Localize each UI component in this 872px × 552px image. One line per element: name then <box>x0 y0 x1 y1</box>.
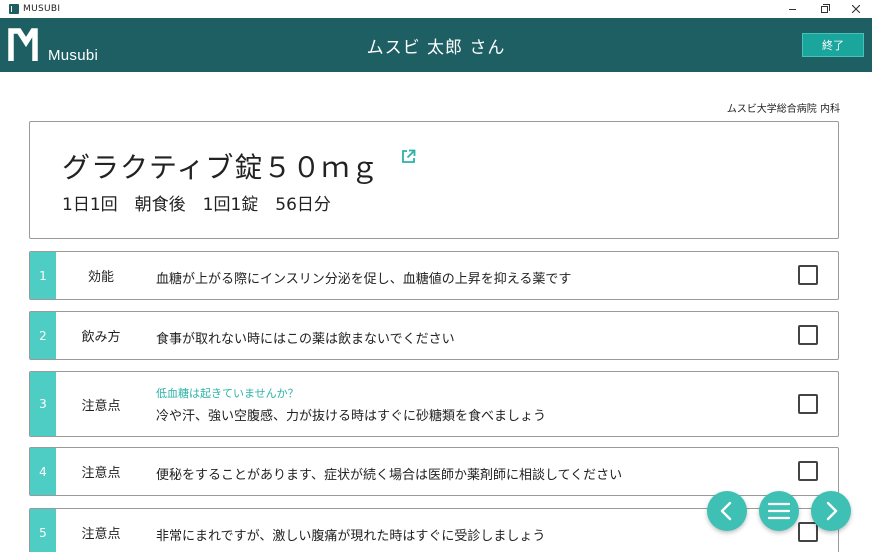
previous-button[interactable] <box>707 491 747 531</box>
item-category: 飲み方 <box>81 330 121 345</box>
window-titlebar: MUSUBI <box>0 0 872 18</box>
item-category: 注意点 <box>81 398 121 414</box>
menu-button[interactable] <box>759 491 799 531</box>
app-header: Musubi ムスビ 太郎 さん 終了 <box>0 18 872 72</box>
item-number: 4 <box>30 448 56 495</box>
list-item: 3 注意点 低血糖は起きていませんか？ 冷や汗、強い空腹感、力が抜ける時はすぐに… <box>29 371 839 437</box>
restore-button[interactable] <box>808 0 840 18</box>
menu-icon <box>768 502 790 520</box>
hospital-name: ムスビ大学総合病院 内科 <box>726 104 840 115</box>
item-checkbox[interactable] <box>798 394 818 414</box>
restore-icon <box>820 3 830 13</box>
close-button[interactable] <box>840 0 872 18</box>
list-item: 1 効能 血糖が上がる際にインスリン分泌を促し、血糖値の上昇を抑える薬です <box>29 251 839 300</box>
item-checkbox[interactable] <box>798 461 818 481</box>
app-icon <box>9 4 19 14</box>
item-checkbox[interactable] <box>798 522 818 542</box>
external-link-icon[interactable] <box>401 149 416 164</box>
window-title: MUSUBI <box>23 4 61 14</box>
item-text: 非常にまれですが、激しい腹痛が現れた時はすぐに受診しましょう <box>156 529 546 544</box>
end-button[interactable]: 終了 <box>802 33 864 57</box>
minimize-button[interactable] <box>776 0 808 18</box>
item-category: 注意点 <box>81 466 121 481</box>
item-number: 3 <box>30 372 56 436</box>
item-text: 冷や汗、強い空腹感、力が抜ける時はすぐに砂糖類を食べましょう <box>156 409 547 424</box>
drug-name: グラクティブ錠５０ｍｇ <box>62 151 380 184</box>
item-checkbox[interactable] <box>798 265 818 285</box>
item-text: 血糖が上がる際にインスリン分泌を促し、血糖値の上昇を抑える薬です <box>156 272 572 287</box>
item-number: 5 <box>30 509 56 552</box>
next-button[interactable] <box>811 491 851 531</box>
list-item: 2 飲み方 食事が取れない時にはこの薬は飲まないでください <box>29 311 839 360</box>
item-checkbox[interactable] <box>798 325 818 345</box>
item-number: 2 <box>30 312 56 359</box>
minimize-icon <box>788 8 796 10</box>
dosage-instructions: 1日1回 朝食後 1回1錠 56日分 <box>62 195 331 215</box>
chevron-right-icon <box>826 501 838 521</box>
item-subheading: 低血糖は起きていませんか？ <box>156 387 299 400</box>
item-number: 1 <box>30 252 56 299</box>
chevron-left-icon <box>720 501 732 521</box>
drug-card: グラクティブ錠５０ｍｇ 1日1回 朝食後 1回1錠 56日分 <box>29 121 839 239</box>
patient-name: ムスビ 太郎 さん <box>366 38 506 58</box>
close-icon <box>852 5 860 13</box>
item-category: 注意点 <box>81 527 121 542</box>
list-item: 4 注意点 便秘をすることがあります、症状が続く場合は医師か薬剤師に相談してくだ… <box>29 447 839 496</box>
item-text: 食事が取れない時にはこの薬は飲まないでください <box>156 332 455 347</box>
item-text: 便秘をすることがあります、症状が続く場合は医師か薬剤師に相談してください <box>156 468 623 483</box>
item-category: 効能 <box>87 270 114 285</box>
